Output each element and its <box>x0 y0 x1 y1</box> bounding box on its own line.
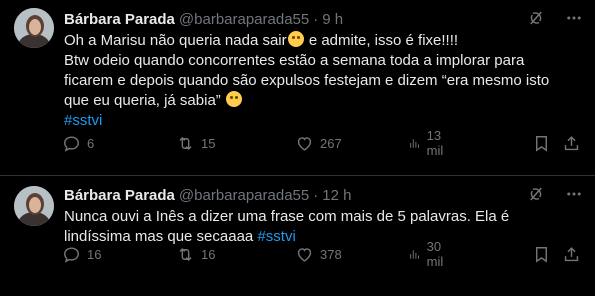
reply-button[interactable]: 16 <box>62 244 101 264</box>
timestamp[interactable]: 9 h <box>322 11 343 28</box>
hashtag-link[interactable]: #sstvi <box>257 228 295 245</box>
grok-icon[interactable] <box>525 7 547 29</box>
tweet-top-actions <box>525 183 585 205</box>
reply-button[interactable]: 6 <box>62 133 94 153</box>
tweet-line: Btw odeio quando concorrentes estão a se… <box>64 52 525 69</box>
views-count: 30 mil <box>426 239 444 269</box>
share-icon <box>564 135 579 150</box>
more-icon[interactable] <box>563 7 585 29</box>
reply-icon <box>64 246 79 263</box>
more-icon[interactable] <box>563 183 585 205</box>
author-handle[interactable]: @barbaraparada55 <box>179 187 309 204</box>
tweet-line: Oh a Marisu não queria nada sair <box>64 32 287 49</box>
author-name[interactable]: Bárbara Parada <box>64 11 175 28</box>
retweet-button[interactable]: 15 <box>176 133 215 153</box>
bookmark-button[interactable] <box>532 244 551 264</box>
hashtag-link[interactable]: #sstvi <box>64 112 102 129</box>
views-icon <box>410 249 419 259</box>
tweet-line: lindíssima mas que secaaaa <box>64 228 254 245</box>
share-button[interactable] <box>562 133 581 153</box>
retweet-count: 16 <box>201 246 216 262</box>
author-handle[interactable]: @barbaraparada55 <box>179 11 309 28</box>
retweet-icon <box>179 136 192 150</box>
avatar[interactable] <box>14 186 54 226</box>
bookmark-icon <box>536 246 547 263</box>
bookmark-button[interactable] <box>532 133 551 153</box>
like-button[interactable]: 378 <box>295 244 342 264</box>
views-button[interactable]: 13 mil <box>408 128 450 158</box>
like-button[interactable]: 267 <box>295 133 342 153</box>
retweet-icon <box>179 247 192 261</box>
tweet-header: Bárbara Parada @barbaraparada55 · 12 h <box>64 185 351 205</box>
tweet-line: que eu queria, já sabia” <box>64 92 221 109</box>
tweet-top-actions <box>525 7 585 29</box>
author-name[interactable]: Bárbara Parada <box>64 187 175 204</box>
views-button[interactable]: 30 mil <box>408 239 450 269</box>
tweet-header: Bárbara Parada @barbaraparada55 · 9 h <box>64 9 343 29</box>
tweet[interactable]: Bárbara Parada @barbaraparada55 · 12 h N… <box>0 176 595 296</box>
avatar[interactable] <box>14 8 54 48</box>
separator-dot: · <box>313 10 319 28</box>
bookmark-icon <box>536 135 547 152</box>
share-icon <box>564 246 579 261</box>
tweet-line: e admite, isso é fixe!!!! <box>308 32 459 49</box>
tweet-line: ficarem e depois quando são expulsos fes… <box>64 72 550 89</box>
rolling-eyes-emoji <box>225 91 242 107</box>
separator-dot: · <box>313 186 319 204</box>
retweet-count: 15 <box>201 135 216 151</box>
like-count: 267 <box>320 135 342 151</box>
tweet-text: Oh a Marisu não queria nada sair e admit… <box>64 31 584 131</box>
retweet-button[interactable]: 16 <box>176 244 215 264</box>
views-count: 13 mil <box>426 128 444 158</box>
like-icon <box>297 136 312 151</box>
tweet-text: Nunca ouvi a Inês a dizer uma frase com … <box>64 207 584 247</box>
grok-icon[interactable] <box>525 183 547 205</box>
like-count: 378 <box>320 246 342 262</box>
tweet-line: Nunca ouvi a Inês a dizer uma frase com … <box>64 208 510 225</box>
timestamp[interactable]: 12 h <box>322 187 351 204</box>
reply-count: 16 <box>87 246 102 262</box>
reply-icon <box>64 135 79 152</box>
pleading-face-emoji <box>287 31 304 47</box>
reply-count: 6 <box>87 135 95 151</box>
share-button[interactable] <box>562 244 581 264</box>
views-icon <box>410 138 419 148</box>
tweet[interactable]: Bárbara Parada @barbaraparada55 · 9 h Oh… <box>0 0 595 176</box>
like-icon <box>297 247 312 262</box>
